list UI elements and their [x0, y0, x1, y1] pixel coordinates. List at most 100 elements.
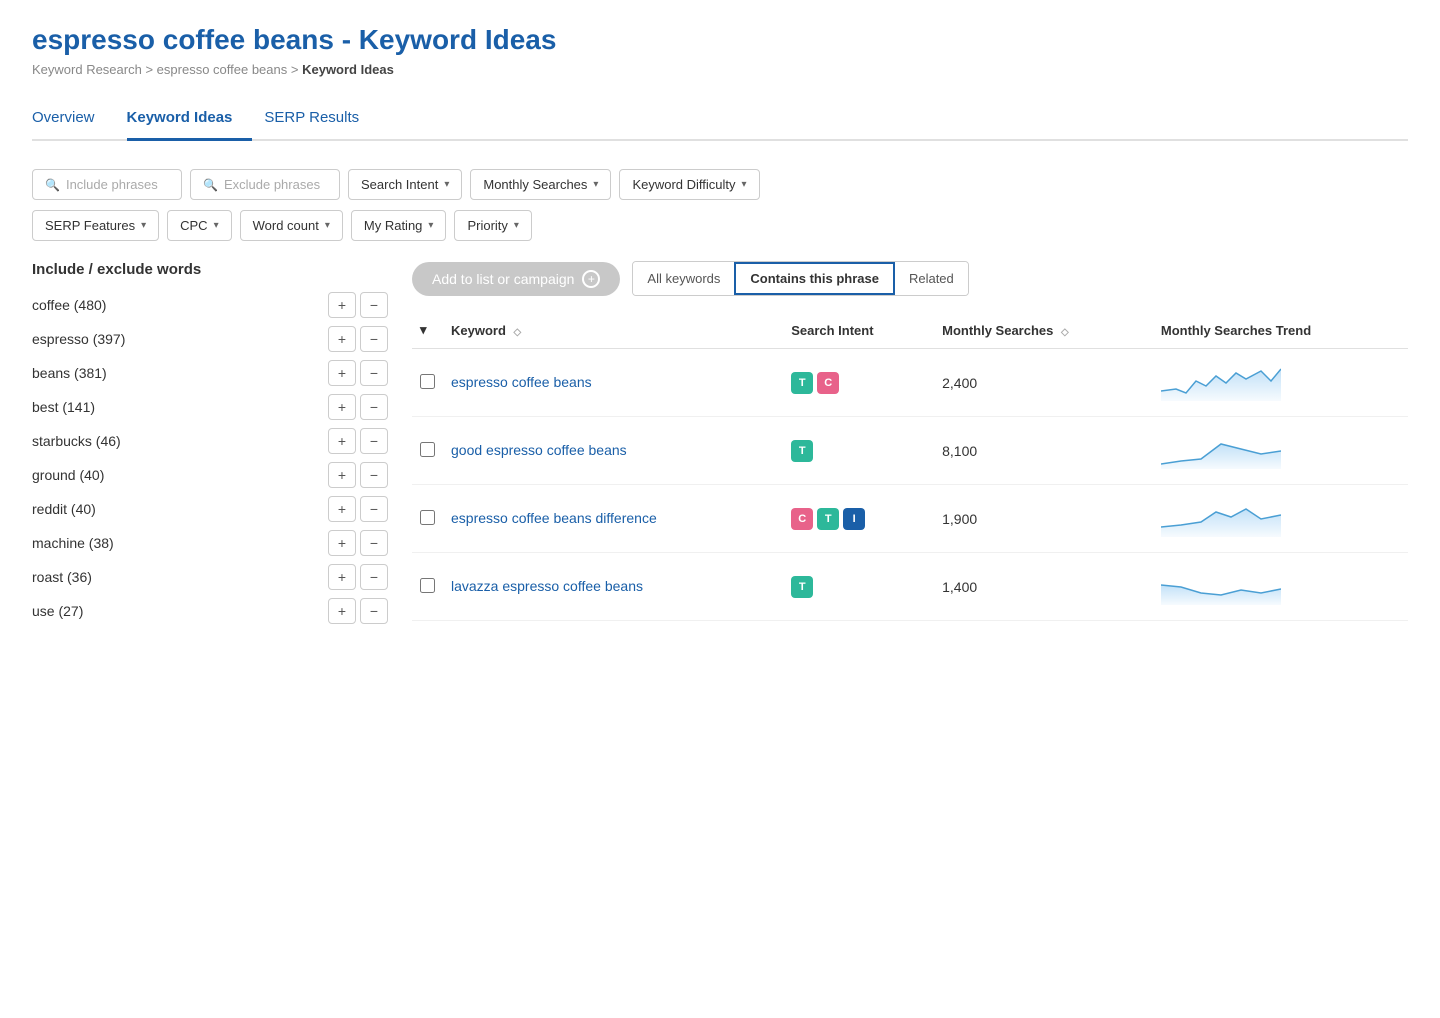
serp-features-dropdown[interactable]: SERP Features ▾ [32, 210, 159, 241]
monthly-searches-caret: ▾ [593, 179, 598, 190]
word-include-best[interactable]: + [328, 394, 356, 420]
priority-caret: ▾ [514, 220, 519, 231]
word-exclude-coffee[interactable]: − [360, 292, 388, 318]
col-checkbox: ▾ [412, 312, 443, 349]
intent-badges-3: CTI [791, 508, 926, 530]
plus-circle-icon: + [582, 270, 600, 288]
breadcrumb-item-1[interactable]: Keyword Research [32, 62, 142, 77]
word-include-ground[interactable]: + [328, 462, 356, 488]
word-include-starbucks[interactable]: + [328, 428, 356, 454]
word-item-machine: machine (38) + − [32, 530, 388, 556]
word-include-reddit[interactable]: + [328, 496, 356, 522]
priority-label: Priority [467, 218, 507, 233]
my-rating-caret: ▾ [428, 220, 433, 231]
keyword-cell-1: espresso coffee beans [443, 349, 783, 417]
row-checkbox-2[interactable] [420, 442, 435, 457]
checkbox-cell-4 [412, 553, 443, 621]
tab-serp-results[interactable]: SERP Results [264, 99, 379, 141]
word-label-ground: ground (40) [32, 467, 104, 483]
monthly-searches-dropdown[interactable]: Monthly Searches ▾ [470, 169, 611, 200]
word-item-roast: roast (36) + − [32, 564, 388, 590]
keyword-link-1[interactable]: espresso coffee beans [451, 374, 592, 390]
word-exclude-use[interactable]: − [360, 598, 388, 624]
word-label-reddit: reddit (40) [32, 501, 96, 517]
word-include-machine[interactable]: + [328, 530, 356, 556]
keyword-sort-icon[interactable]: ◇ [514, 327, 522, 338]
trend-cell-2 [1153, 417, 1408, 485]
monthly-cell-4: 1,400 [934, 553, 1153, 621]
add-to-list-button[interactable]: Add to list or campaign + [412, 262, 620, 296]
tab-related[interactable]: Related [895, 262, 968, 295]
row-checkbox-4[interactable] [420, 578, 435, 593]
word-item-coffee: coffee (480) + − [32, 292, 388, 318]
word-exclude-best[interactable]: − [360, 394, 388, 420]
col-monthly-label: Monthly Searches [942, 323, 1053, 338]
keyword-cell-3: espresso coffee beans difference [443, 485, 783, 553]
word-include-use[interactable]: + [328, 598, 356, 624]
my-rating-dropdown[interactable]: My Rating ▾ [351, 210, 447, 241]
dropdown-arrow-icon[interactable]: ▾ [420, 322, 427, 337]
search-icon-exclude: 🔍 [203, 178, 218, 192]
trend-chart-2 [1161, 429, 1281, 469]
word-btns-machine: + − [328, 530, 388, 556]
tab-contains-phrase[interactable]: Contains this phrase [734, 262, 895, 295]
page-title: espresso coffee beans - Keyword Ideas [32, 24, 1408, 56]
keyword-difficulty-dropdown[interactable]: Keyword Difficulty ▾ [619, 169, 759, 200]
trend-cell-3 [1153, 485, 1408, 553]
word-exclude-ground[interactable]: − [360, 462, 388, 488]
breadcrumb-item-2[interactable]: espresso coffee beans [157, 62, 288, 77]
keyword-link-4[interactable]: lavazza espresso coffee beans [451, 578, 643, 594]
word-btns-espresso: + − [328, 326, 388, 352]
keyword-link-3[interactable]: espresso coffee beans difference [451, 510, 657, 526]
monthly-value-1: 2,400 [942, 375, 977, 391]
monthly-searches-label: Monthly Searches [483, 177, 587, 192]
keyword-difficulty-label: Keyword Difficulty [632, 177, 735, 192]
word-label-starbucks: starbucks (46) [32, 433, 121, 449]
main-content: Include / exclude words coffee (480) + −… [32, 261, 1408, 632]
word-btns-starbucks: + − [328, 428, 388, 454]
table-area: Add to list or campaign + All keywords C… [412, 261, 1408, 632]
word-item-ground: ground (40) + − [32, 462, 388, 488]
word-exclude-beans[interactable]: − [360, 360, 388, 386]
word-include-beans[interactable]: + [328, 360, 356, 386]
my-rating-label: My Rating [364, 218, 423, 233]
intent-cell-2: T [783, 417, 934, 485]
keyword-link-2[interactable]: good espresso coffee beans [451, 442, 627, 458]
monthly-value-3: 1,900 [942, 511, 977, 527]
word-exclude-machine[interactable]: − [360, 530, 388, 556]
priority-dropdown[interactable]: Priority ▾ [454, 210, 531, 241]
word-include-coffee[interactable]: + [328, 292, 356, 318]
badge-c: C [791, 508, 813, 530]
word-exclude-starbucks[interactable]: − [360, 428, 388, 454]
word-exclude-roast[interactable]: − [360, 564, 388, 590]
word-include-espresso[interactable]: + [328, 326, 356, 352]
word-btns-roast: + − [328, 564, 388, 590]
include-phrases-input[interactable]: 🔍 Include phrases [32, 169, 182, 200]
row-checkbox-3[interactable] [420, 510, 435, 525]
word-count-dropdown[interactable]: Word count ▾ [240, 210, 343, 241]
table-row: good espresso coffee beans T 8,100 [412, 417, 1408, 485]
word-label-espresso: espresso (397) [32, 331, 125, 347]
word-btns-reddit: + − [328, 496, 388, 522]
word-exclude-reddit[interactable]: − [360, 496, 388, 522]
filters-row-2: SERP Features ▾ CPC ▾ Word count ▾ My Ra… [32, 210, 1408, 241]
tab-all-keywords[interactable]: All keywords [633, 262, 734, 295]
cpc-label: CPC [180, 218, 207, 233]
word-btns-coffee: + − [328, 292, 388, 318]
trend-chart-3 [1161, 497, 1281, 537]
tab-overview[interactable]: Overview [32, 99, 115, 141]
search-intent-dropdown[interactable]: Search Intent ▾ [348, 169, 462, 200]
monthly-value-2: 8,100 [942, 443, 977, 459]
tab-keyword-ideas[interactable]: Keyword Ideas [127, 99, 253, 141]
cpc-dropdown[interactable]: CPC ▾ [167, 210, 231, 241]
monthly-sort-icon[interactable]: ◇ [1061, 327, 1069, 338]
intent-cell-4: T [783, 553, 934, 621]
trend-cell-4 [1153, 553, 1408, 621]
search-intent-label: Search Intent [361, 177, 438, 192]
word-exclude-espresso[interactable]: − [360, 326, 388, 352]
row-checkbox-1[interactable] [420, 374, 435, 389]
word-include-roast[interactable]: + [328, 564, 356, 590]
table-toolbar: Add to list or campaign + All keywords C… [412, 261, 1408, 296]
col-monthly-searches: Monthly Searches ◇ [934, 312, 1153, 349]
exclude-phrases-input[interactable]: 🔍 Exclude phrases [190, 169, 340, 200]
